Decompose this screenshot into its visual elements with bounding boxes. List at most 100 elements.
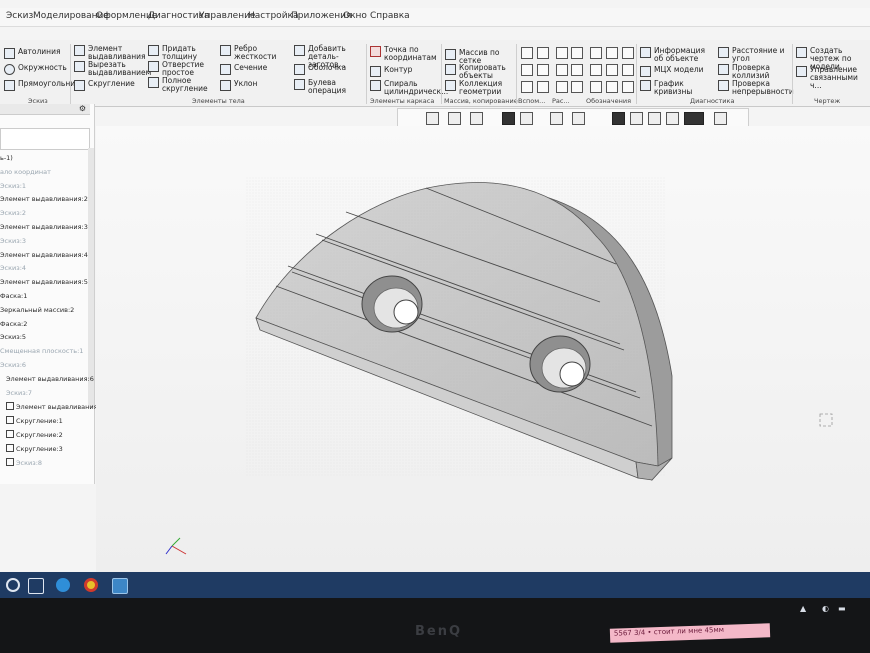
tool-distance-angle[interactable]: Расстояние и угол bbox=[718, 47, 790, 63]
tree-item[interactable]: Элемент выдавливания:5 bbox=[0, 278, 88, 286]
tree-item[interactable]: Элемент выдавливания:2 bbox=[0, 195, 88, 203]
tray-battery-icon[interactable]: ▬ bbox=[838, 604, 846, 613]
grid-icon[interactable] bbox=[648, 112, 661, 125]
tool-contour[interactable]: Контур bbox=[370, 66, 440, 77]
ras-6-icon[interactable] bbox=[571, 81, 583, 93]
tray-volume-icon[interactable]: ◐ bbox=[822, 604, 829, 613]
tree-item[interactable]: Эскиз:5 bbox=[0, 333, 26, 341]
tool-circle[interactable]: Окружность bbox=[4, 64, 67, 75]
tree-scrollbar[interactable] bbox=[88, 148, 94, 408]
notation-9-icon[interactable] bbox=[622, 81, 634, 93]
tool-object-info[interactable]: Информация об объекте bbox=[640, 47, 714, 63]
tool-boolean[interactable]: Булева операция bbox=[294, 79, 364, 95]
notation-7-icon[interactable] bbox=[590, 81, 602, 93]
tool-shell[interactable]: Оболочка bbox=[294, 64, 364, 75]
tree-item[interactable]: Эскиз:7 bbox=[6, 389, 32, 397]
display-style-icon[interactable] bbox=[520, 112, 533, 125]
tree-item[interactable]: Фаска:2 bbox=[0, 320, 27, 328]
tool-mass-properties[interactable]: МЦХ модели bbox=[640, 66, 714, 77]
tree-item[interactable]: Скругление:2 bbox=[6, 430, 63, 439]
menu-item-help[interactable]: Справка bbox=[370, 11, 410, 21]
tree-item[interactable]: Элемент выдавливания:4 bbox=[0, 251, 88, 259]
tree-item[interactable]: Скругление:1 bbox=[6, 416, 63, 425]
tool-thicken[interactable]: Придать толщину bbox=[148, 45, 210, 61]
notation-3-icon[interactable] bbox=[622, 47, 634, 59]
tool-hole[interactable]: Отверстие простое bbox=[148, 61, 210, 77]
menu-item-window[interactable]: Окно bbox=[343, 11, 367, 21]
measure-icon[interactable] bbox=[714, 112, 727, 125]
tool-rectangle[interactable]: Прямоугольник bbox=[4, 80, 80, 91]
tool-autoline[interactable]: Автолиния bbox=[4, 48, 60, 59]
edge-browser-icon[interactable] bbox=[56, 578, 70, 592]
tool-draft[interactable]: Уклон bbox=[220, 80, 280, 91]
notation-5-icon[interactable] bbox=[606, 64, 618, 76]
tree-item[interactable]: Скругление:3 bbox=[6, 443, 63, 453]
tool-continuity-check[interactable]: Проверка непрерывности bbox=[718, 80, 794, 96]
tool-spiral[interactable]: Спираль цилиндрическ... bbox=[370, 80, 448, 96]
snap-icon[interactable] bbox=[612, 112, 625, 125]
ras-1-icon[interactable] bbox=[556, 47, 568, 59]
tree-item[interactable]: Элемент выдавливания:6 bbox=[6, 375, 94, 383]
close-icon[interactable]: ⚙ bbox=[79, 104, 86, 113]
tool-collision-check[interactable]: Проверка коллизий bbox=[718, 64, 790, 80]
chrome-browser-icon[interactable] bbox=[84, 578, 98, 592]
tool-full-fillet[interactable]: Полное скругление bbox=[148, 77, 210, 93]
tree-item[interactable]: ало координат bbox=[0, 168, 51, 176]
tree-search-input[interactable] bbox=[0, 128, 90, 150]
ras-3-icon[interactable] bbox=[556, 64, 568, 76]
zoom-icon[interactable] bbox=[426, 112, 439, 125]
model-viewport[interactable] bbox=[96, 126, 870, 578]
view-orientation-icon[interactable] bbox=[502, 112, 515, 125]
tool-copy-objects[interactable]: Копировать объекты bbox=[445, 64, 517, 80]
tree-item[interactable]: Эскиз:8 bbox=[6, 457, 42, 467]
layers-icon[interactable] bbox=[630, 112, 643, 125]
notation-1-icon[interactable] bbox=[590, 47, 602, 59]
tree-item[interactable]: Эскиз:1 bbox=[0, 182, 26, 190]
tool-manage-linked[interactable]: Управление связанными ч... bbox=[796, 66, 868, 90]
section-view-icon[interactable] bbox=[550, 112, 563, 125]
tool-geometry-collection[interactable]: Коллекция геометрии bbox=[445, 80, 517, 96]
tree-item[interactable]: Фаска:1 bbox=[0, 292, 27, 300]
tree-item[interactable]: Смещенная плоскость:1 bbox=[0, 347, 83, 355]
tree-item[interactable]: Эскиз:2 bbox=[0, 209, 26, 217]
tree-item[interactable]: Элемент выдавливания:7 bbox=[6, 402, 104, 411]
notation-4-icon[interactable] bbox=[590, 64, 602, 76]
tree-item[interactable]: Эскиз:6 bbox=[0, 361, 26, 369]
aux-surface-icon[interactable] bbox=[537, 81, 549, 93]
tray-network-icon[interactable]: ▲ bbox=[800, 604, 806, 613]
task-view-icon[interactable] bbox=[28, 578, 44, 594]
notation-6-icon[interactable] bbox=[622, 64, 634, 76]
tool-section[interactable]: Сечение bbox=[220, 64, 280, 75]
tree-item[interactable]: ь-1) bbox=[0, 154, 13, 162]
hide-icon[interactable] bbox=[572, 112, 585, 125]
monitor-brand-logo: BenQ bbox=[415, 624, 463, 639]
perspective-icon[interactable] bbox=[666, 112, 679, 125]
tree-item[interactable]: Зеркальный массив:2 bbox=[0, 306, 74, 314]
tree-item[interactable]: Элемент выдавливания:3 bbox=[0, 223, 88, 231]
search-icon[interactable] bbox=[6, 578, 20, 592]
aux-line-icon[interactable] bbox=[521, 64, 533, 76]
menu-item-control[interactable]: Управление bbox=[199, 11, 255, 21]
kompas-app-icon[interactable] bbox=[112, 578, 128, 594]
ras-5-icon[interactable] bbox=[556, 81, 568, 93]
aux-point-icon[interactable] bbox=[521, 81, 533, 93]
ras-2-icon[interactable] bbox=[571, 47, 583, 59]
tool-extrude[interactable]: Элемент выдавливания bbox=[74, 45, 146, 61]
filter-icon[interactable] bbox=[684, 112, 704, 125]
menu-item-sketch[interactable]: Эскиз bbox=[6, 11, 33, 21]
ras-4-icon[interactable] bbox=[571, 64, 583, 76]
tool-cut-extrude[interactable]: Вырезать выдавливанием bbox=[74, 61, 151, 77]
tool-rib[interactable]: Ребро жесткости bbox=[220, 45, 280, 61]
tree-item[interactable]: Эскиз:4 bbox=[0, 264, 26, 272]
tool-fillet[interactable]: Скругление bbox=[74, 80, 144, 91]
aux-plane-icon[interactable] bbox=[537, 47, 549, 59]
tool-curvature-graph[interactable]: График кривизны bbox=[640, 80, 714, 96]
aux-axis-icon[interactable] bbox=[521, 47, 533, 59]
rotate-icon[interactable] bbox=[470, 112, 483, 125]
tool-point-by-coords[interactable]: Точка по координатам bbox=[370, 46, 440, 62]
pan-icon[interactable] bbox=[448, 112, 461, 125]
aux-curve-icon[interactable] bbox=[537, 64, 549, 76]
notation-8-icon[interactable] bbox=[606, 81, 618, 93]
notation-2-icon[interactable] bbox=[606, 47, 618, 59]
tree-item[interactable]: Эскиз:3 bbox=[0, 237, 26, 245]
